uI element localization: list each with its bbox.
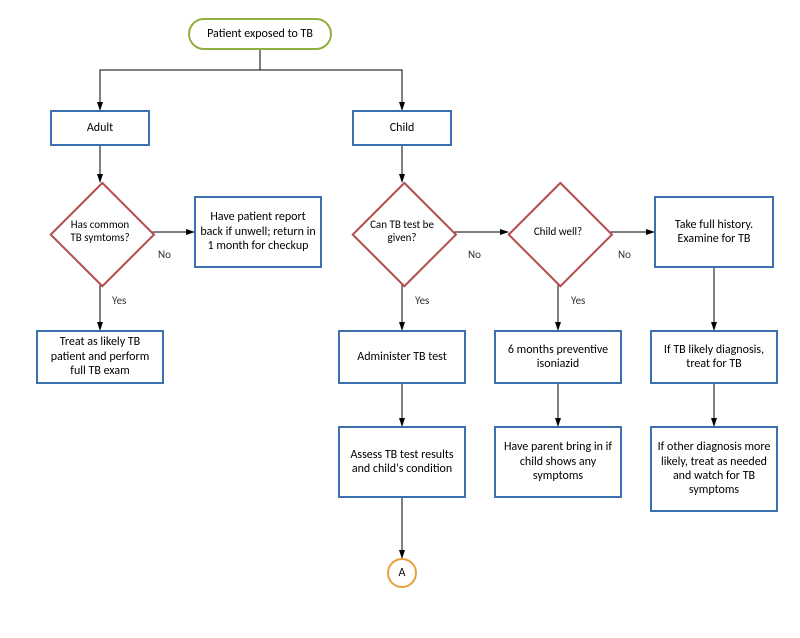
process-parent-bring: Have parent bring in if child shows any … bbox=[494, 426, 622, 498]
edge-label-no: No bbox=[158, 248, 171, 261]
process-full-exam: Treat as likely TB patient and perform f… bbox=[36, 330, 164, 384]
terminator-start: Patient exposed to TB bbox=[188, 18, 332, 50]
process-adult: Adult bbox=[50, 110, 150, 146]
process-other-diagnosis: If other diagnosis more likely, treat as… bbox=[650, 426, 778, 512]
flowchart-canvas: Patient exposed to TB Adult Child Has co… bbox=[0, 0, 800, 638]
flowchart-arrows bbox=[0, 0, 800, 638]
process-take-history: Take full history. Examine for TB bbox=[654, 196, 774, 268]
edge-label-yes: Yes bbox=[415, 294, 429, 307]
decision-label: Child well? bbox=[508, 182, 608, 282]
process-child: Child bbox=[352, 110, 452, 146]
process-preventive-isoniazid: 6 months preventive isoniazid bbox=[494, 330, 622, 384]
connector-a: A bbox=[387, 558, 417, 588]
edge-label-yes: Yes bbox=[571, 294, 585, 307]
decision-label: Has common TB symtoms? bbox=[50, 182, 150, 282]
process-administer-test: Administer TB test bbox=[338, 330, 466, 384]
process-likely-diagnosis: If TB likely diagnosis, treat for TB bbox=[650, 330, 778, 384]
process-assess-results: Assess TB test results and child's condi… bbox=[338, 426, 466, 498]
decision-can-tb-test: Can TB test be given? bbox=[352, 182, 452, 282]
edge-label-yes: Yes bbox=[112, 294, 126, 307]
decision-label: Can TB test be given? bbox=[352, 182, 452, 282]
edge-label-no: No bbox=[468, 248, 481, 261]
edge-label-no: No bbox=[618, 248, 631, 261]
decision-child-well: Child well? bbox=[508, 182, 608, 282]
process-report-back: Have patient report back if unwell; retu… bbox=[194, 196, 322, 268]
decision-has-symptoms: Has common TB symtoms? bbox=[50, 182, 150, 282]
